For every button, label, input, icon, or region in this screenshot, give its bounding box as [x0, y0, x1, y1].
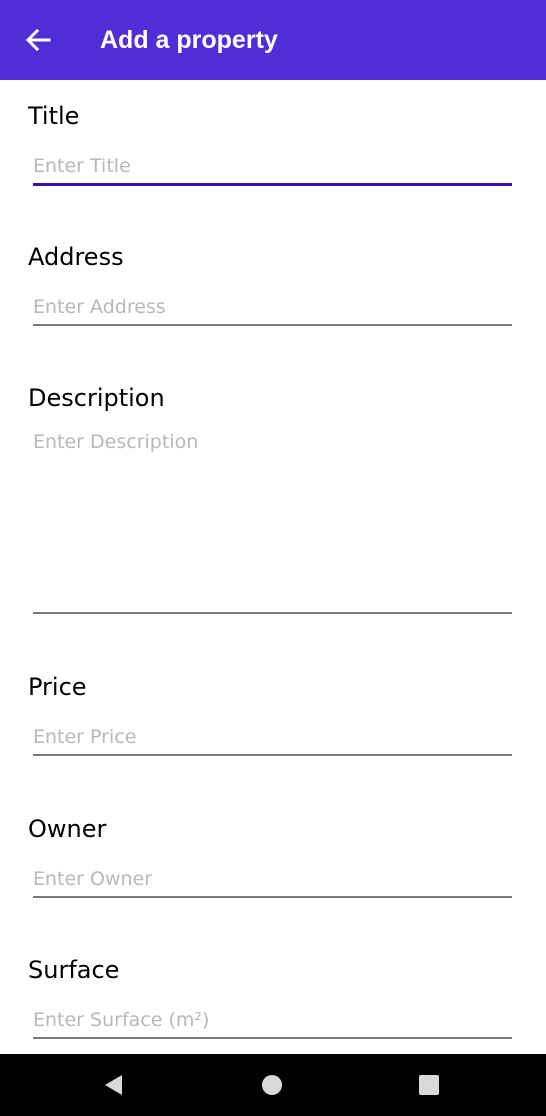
address-underline: [33, 324, 512, 326]
description-input[interactable]: [33, 431, 512, 609]
price-underline: [33, 754, 512, 756]
back-button[interactable]: [22, 24, 54, 56]
circle-home-icon: [262, 1075, 282, 1095]
price-label: Price: [28, 673, 87, 701]
square-recents-icon: [419, 1075, 439, 1095]
triangle-back-icon: [105, 1075, 122, 1095]
system-nav-bar: [0, 1054, 546, 1116]
arrow-left-icon: [25, 28, 51, 52]
description-label: Description: [28, 384, 165, 412]
title-label: Title: [28, 102, 80, 130]
description-underline: [33, 612, 512, 614]
nav-home-button[interactable]: [255, 1068, 289, 1102]
owner-underline: [33, 896, 512, 898]
app-bar: Add a property: [0, 0, 546, 80]
surface-label: Surface: [28, 956, 120, 984]
property-form: Title Address Description Price Owner Su…: [0, 80, 546, 1054]
page-title: Add a property: [100, 25, 278, 54]
owner-label: Owner: [28, 815, 107, 843]
address-label: Address: [28, 243, 124, 271]
surface-input[interactable]: [33, 1006, 512, 1034]
nav-back-button[interactable]: [97, 1068, 131, 1102]
surface-underline: [33, 1037, 512, 1039]
title-underline: [33, 183, 512, 186]
title-input[interactable]: [33, 152, 512, 180]
nav-recents-button[interactable]: [412, 1068, 446, 1102]
address-input[interactable]: [33, 293, 512, 321]
owner-input[interactable]: [33, 865, 512, 893]
price-input[interactable]: [33, 723, 512, 751]
